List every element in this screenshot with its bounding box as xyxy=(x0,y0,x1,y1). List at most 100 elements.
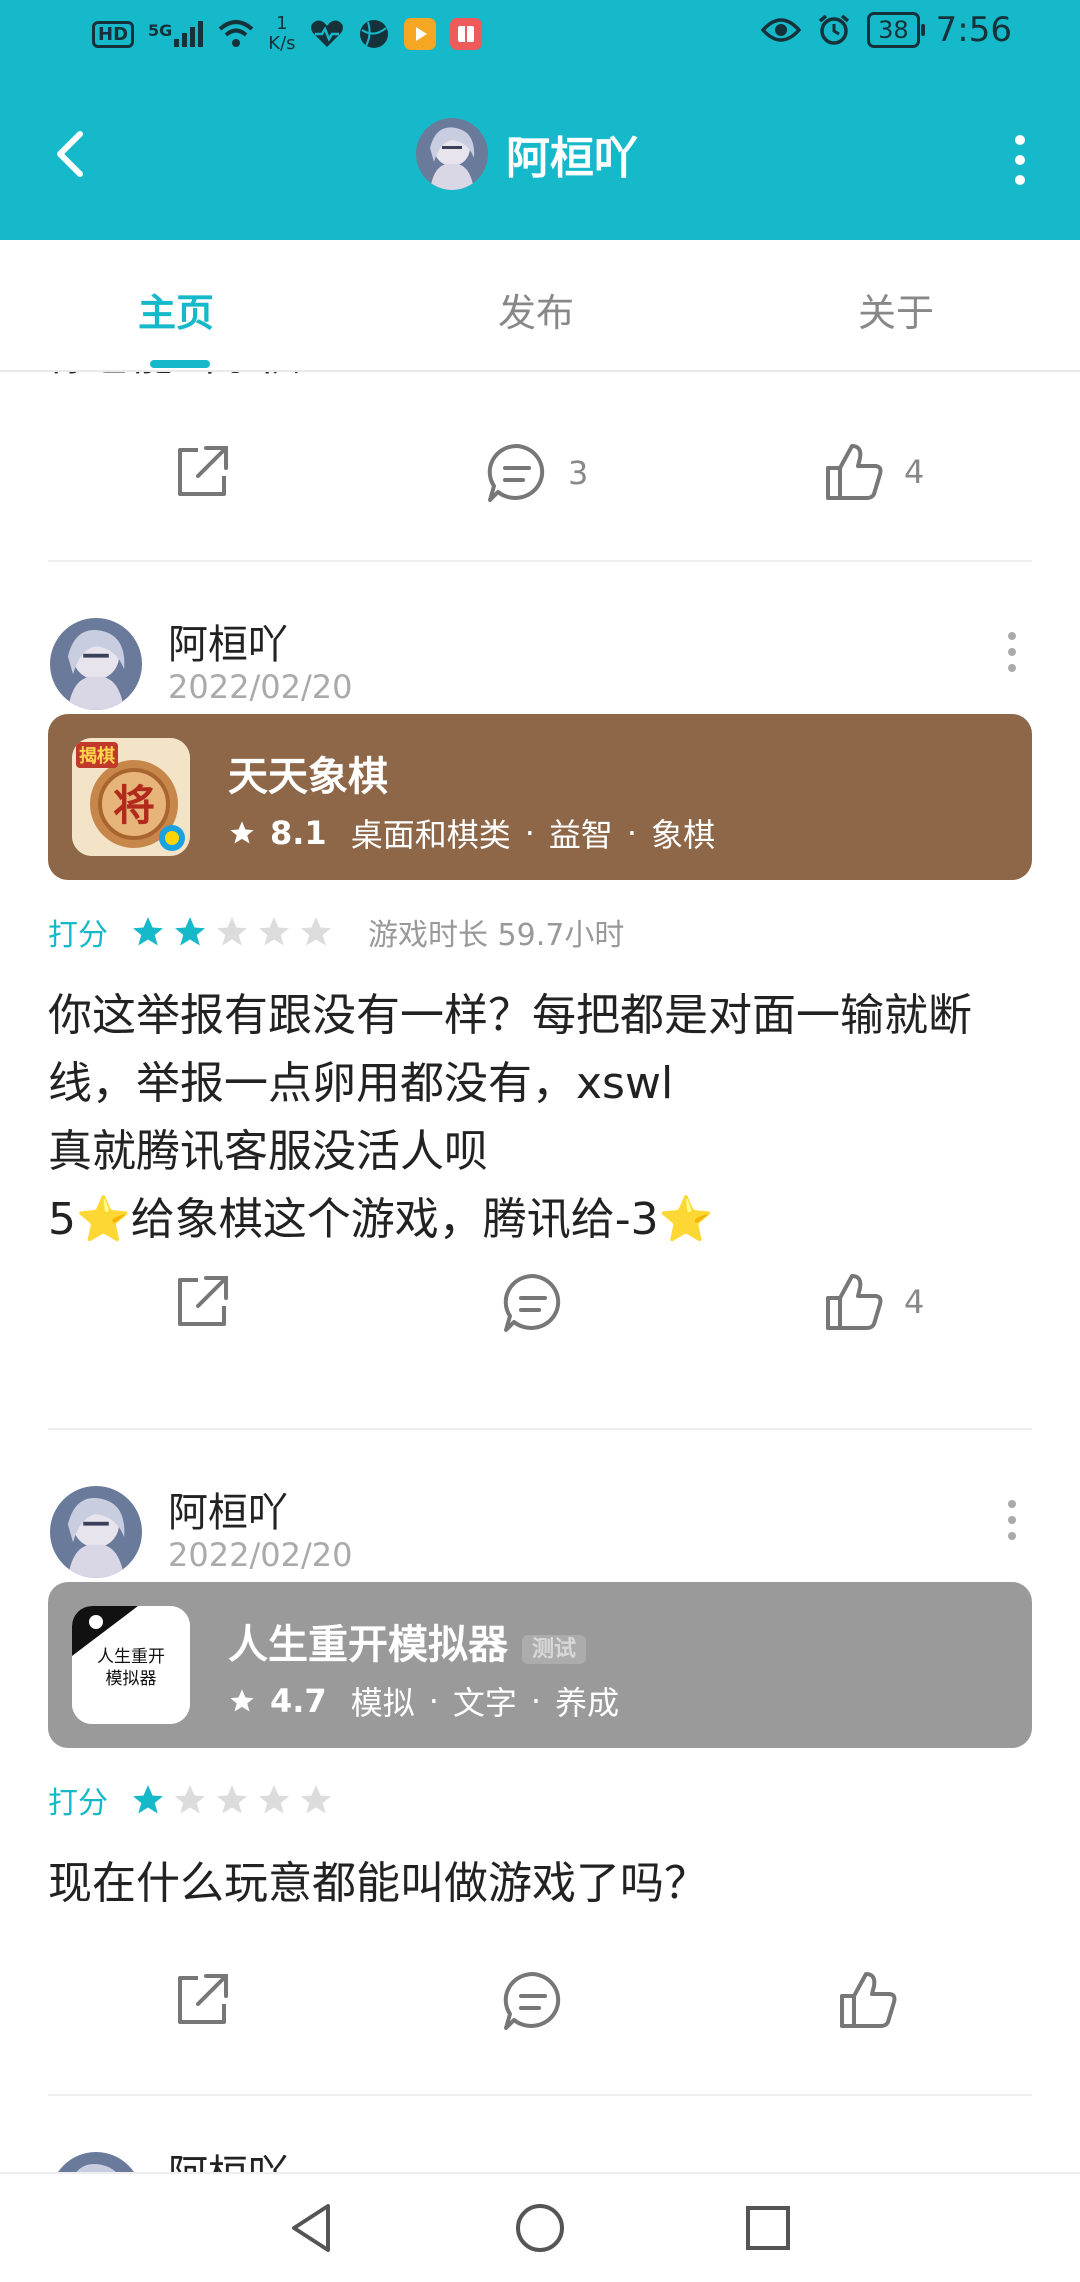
post-body-partial: 你也能叫象棋？ xyxy=(48,372,342,383)
svg-text:将: 将 xyxy=(113,781,155,830)
post-date: 2022/02/20 xyxy=(168,1536,353,1574)
rating-row: 打分 xyxy=(48,1778,334,1822)
game-meta: 8.1 桌面和棋类 · 益智 · 象棋 xyxy=(228,810,715,856)
heart-rate-icon xyxy=(310,20,343,47)
author-avatar[interactable] xyxy=(50,1486,142,1578)
share-button[interactable] xyxy=(170,440,234,504)
like-button[interactable] xyxy=(836,1968,918,2032)
star-icon xyxy=(133,1785,163,1814)
more-options-button[interactable] xyxy=(1000,130,1040,190)
tag-separator: · xyxy=(530,1682,542,1720)
more-vertical-icon xyxy=(1015,135,1025,185)
eye-icon xyxy=(761,18,802,42)
game-meta: 4.7 模拟 · 文字 · 养成 xyxy=(228,1678,619,1724)
post-actions: 4 xyxy=(0,1270,1080,1350)
star-icon xyxy=(259,917,289,946)
more-vertical-icon[interactable] xyxy=(1004,1490,1020,1550)
tab-home[interactable]: 主页 xyxy=(138,282,214,337)
tab-about[interactable]: 关于 xyxy=(858,282,934,337)
globe-app-icon xyxy=(359,20,388,48)
back-arrow-icon xyxy=(57,131,83,177)
comment-icon xyxy=(503,1273,561,1332)
tab-indicator xyxy=(150,360,210,368)
more-vertical-icon[interactable] xyxy=(1004,622,1020,682)
svg-text:揭棋: 揭棋 xyxy=(79,745,115,767)
review-post: 阿桓吖 2022/02/20 人生重开 模拟器 人生重开模拟器 测试 4.7 模拟… xyxy=(0,1430,1080,2090)
tag-separator: · xyxy=(626,814,638,852)
thumbs-up-icon xyxy=(840,1972,897,2028)
game-icon: 人生重开 模拟器 xyxy=(72,1606,190,1724)
comment-button[interactable] xyxy=(500,1968,584,2034)
game-tag: 桌面和棋类 xyxy=(350,816,511,854)
tag-separator: · xyxy=(524,814,535,852)
star-icon xyxy=(230,821,254,844)
nav-recents-icon[interactable] xyxy=(740,2200,796,2256)
like-count: 4 xyxy=(904,1283,925,1321)
rating-stars xyxy=(130,914,334,950)
rating-stars xyxy=(130,1782,334,1818)
post-actions xyxy=(0,1968,1080,2048)
author-avatar[interactable] xyxy=(50,618,142,710)
game-tag: 象棋 xyxy=(651,816,716,854)
game-tag: 文字 xyxy=(452,1684,517,1722)
like-button[interactable]: 4 xyxy=(822,1270,924,1334)
review-post: 阿桓吖 2022/02/20 将 揭棋 天天象棋 8.1 桌面和棋类 · 益智 ·… xyxy=(0,562,1080,1352)
comment-button[interactable]: 3 xyxy=(484,440,588,506)
like-count: 4 xyxy=(904,453,925,491)
review-text: 现在什么玩意都能叫做游戏了吗？ xyxy=(48,1858,708,1909)
app-bar: 阿桓吖 xyxy=(0,74,1080,240)
status-bar: HD 5G 1 K/s 38 7:56 xyxy=(0,0,1080,74)
star-icon xyxy=(301,1785,331,1814)
review-post: 阿桓吖 xyxy=(0,2096,1080,2172)
tab-posts[interactable]: 发布 xyxy=(498,282,574,337)
game-tag: 模拟 xyxy=(350,1684,415,1722)
star-icon xyxy=(259,1785,289,1814)
nav-home-icon[interactable] xyxy=(512,2200,568,2256)
network-speed: 1 K/s xyxy=(268,13,296,54)
star-icon xyxy=(133,917,163,946)
post-actions: 3 4 xyxy=(0,440,1080,520)
alarm-icon xyxy=(818,14,850,45)
nav-back-icon[interactable] xyxy=(284,2200,340,2256)
avatar[interactable] xyxy=(416,118,488,190)
beta-tag: 测试 xyxy=(522,1635,587,1664)
author-avatar[interactable] xyxy=(50,2152,142,2172)
share-icon xyxy=(178,1276,228,1326)
like-button[interactable]: 4 xyxy=(822,440,924,504)
game-name: 天天象棋 xyxy=(228,754,388,800)
battery-icon: 38 xyxy=(867,12,925,48)
rating-row: 打分 游戏时长 59.7小时 xyxy=(48,910,624,954)
book-app-icon xyxy=(449,18,482,50)
star-icon xyxy=(217,917,247,946)
video-app-icon xyxy=(403,18,436,50)
thumbs-up-icon xyxy=(826,444,883,500)
game-card[interactable]: 人生重开 模拟器 人生重开模拟器 测试 4.7 模拟 · 文字 · 养成 xyxy=(48,1582,1032,1748)
hd-badge: HD xyxy=(92,20,135,48)
game-icon: 将 揭棋 xyxy=(72,738,190,856)
comment-icon xyxy=(487,443,545,502)
share-icon xyxy=(178,446,228,496)
rating-label: 打分 xyxy=(48,1786,108,1821)
game-icon-text: 模拟器 xyxy=(105,1669,157,1689)
author-name[interactable]: 阿桓吖 xyxy=(168,1480,288,1538)
star-icon xyxy=(301,917,331,946)
back-button[interactable] xyxy=(40,122,104,186)
game-tag: 养成 xyxy=(555,1684,620,1722)
author-name[interactable]: 阿桓吖 xyxy=(168,612,288,670)
comment-button[interactable] xyxy=(500,1270,584,1336)
game-icon-text: 人生重开 xyxy=(97,1647,165,1667)
comment-icon xyxy=(503,1971,561,2030)
profile-title: 阿桓吖 xyxy=(416,118,638,190)
playtime: 游戏时长 59.7小时 xyxy=(368,918,625,953)
share-icon xyxy=(178,1974,228,2024)
review-text: 你这举报有跟没有一样？每把都是对面一输就断线，举报一点卵用都没有，xswl 真就… xyxy=(48,990,972,1245)
share-button[interactable] xyxy=(170,1968,234,2032)
star-icon xyxy=(230,1689,254,1712)
feed[interactable]: 你也能叫象棋？ 3 4 阿桓吖 2022/02/20 将 揭棋 天天象棋 xyxy=(0,372,1080,2172)
author-name[interactable]: 阿桓吖 xyxy=(168,2142,288,2172)
game-card[interactable]: 将 揭棋 天天象棋 8.1 桌面和棋类 · 益智 · 象棋 xyxy=(48,714,1032,880)
post-date: 2022/02/20 xyxy=(168,668,353,706)
share-button[interactable] xyxy=(170,1270,234,1334)
game-name: 人生重开模拟器 测试 xyxy=(228,1612,587,1670)
tab-bar: 主页 发布 关于 xyxy=(0,240,1080,372)
